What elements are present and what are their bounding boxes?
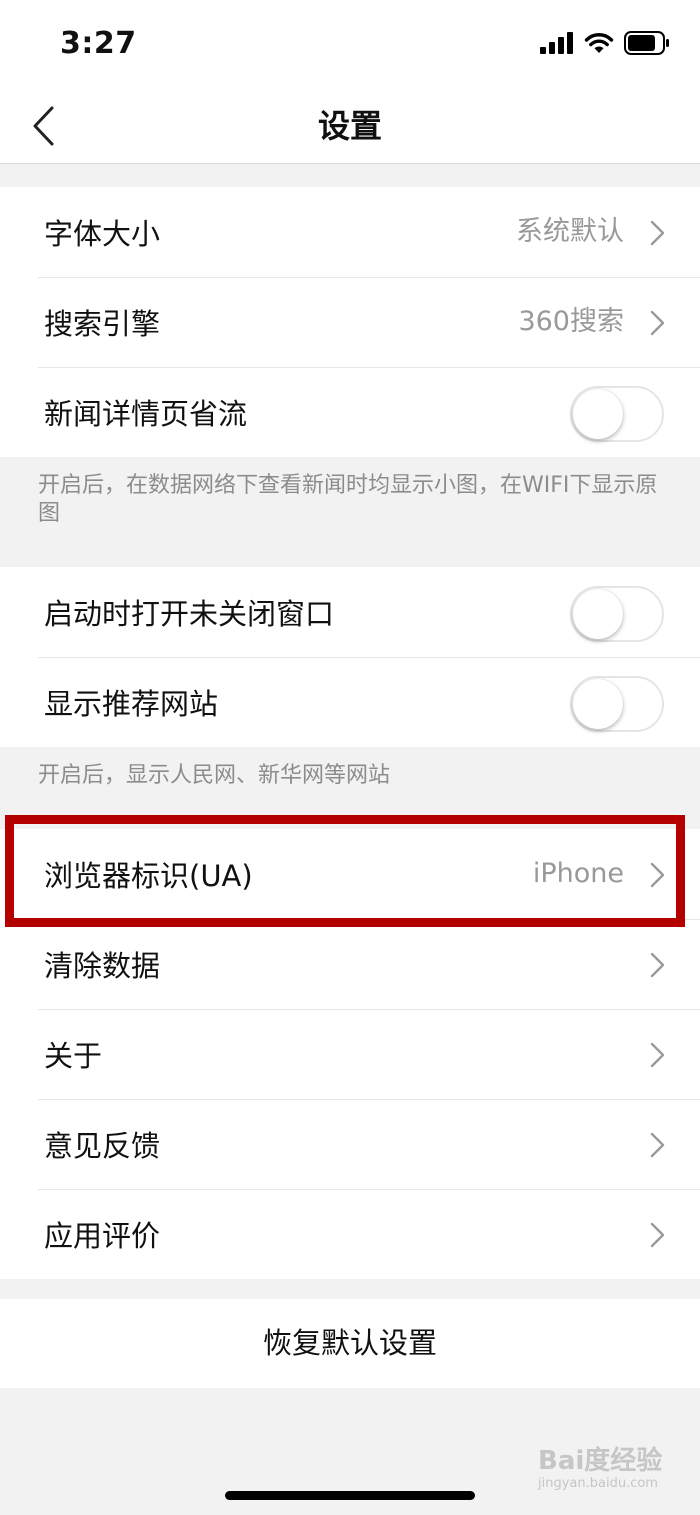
data-saver-toggle[interactable] [570, 386, 664, 442]
settings-group-general: 浏览器标识(UA) iPhone 清除数据 关于 意见反馈 应用评价 [0, 829, 700, 1279]
search-engine-label: 搜索引擎 [44, 307, 161, 341]
restore-windows-label: 启动时打开未关闭窗口 [44, 597, 335, 631]
recommended-sites-row: 显示推荐网站 [0, 657, 700, 747]
chevron-right-icon [650, 1222, 665, 1248]
feedback-label: 意见反馈 [44, 1129, 161, 1163]
restore-windows-toggle[interactable] [570, 586, 664, 642]
settings-group-startup: 启动时打开未关闭窗口 显示推荐网站 [0, 567, 700, 747]
toggle-knob [573, 679, 623, 729]
navigation-bar: 设置 [0, 88, 700, 164]
user-agent-label: 浏览器标识(UA) [44, 859, 253, 893]
chevron-right-icon [650, 1132, 665, 1158]
chevron-right-icon [650, 1042, 665, 1068]
settings-group-display: 字体大小 系统默认 搜索引擎 360搜索 新闻详情页省流 [0, 187, 700, 457]
battery-icon [624, 31, 669, 55]
search-engine-row[interactable]: 搜索引擎 360搜索 [0, 277, 700, 367]
rate-app-row[interactable]: 应用评价 [0, 1189, 700, 1279]
clear-data-label: 清除数据 [44, 949, 161, 983]
back-button[interactable] [18, 98, 68, 154]
baidu-watermark: Bai度经验 jingyan.baidu.com [538, 1440, 678, 1500]
reset-defaults-button[interactable]: 恢复默认设置 [0, 1299, 700, 1388]
cellular-signal-icon [540, 32, 573, 54]
status-time: 3:27 [60, 26, 137, 61]
chevron-right-icon [650, 310, 665, 336]
data-saver-note: 开启后，在数据网络下查看新闻时均显示小图，在WIFI下显示原图 [38, 473, 658, 526]
wifi-icon [584, 33, 614, 53]
about-label: 关于 [44, 1039, 103, 1073]
user-agent-row[interactable]: 浏览器标识(UA) iPhone [0, 829, 700, 919]
status-icons [540, 30, 670, 56]
watermark-text: Bai度经验 [538, 1446, 663, 1476]
chevron-right-icon [650, 862, 665, 888]
status-bar: 3:27 [0, 0, 700, 88]
toggle-knob [573, 589, 623, 639]
restore-windows-row: 启动时打开未关闭窗口 [0, 567, 700, 657]
recommended-sites-toggle[interactable] [570, 676, 664, 732]
font-size-row[interactable]: 字体大小 系统默认 [0, 187, 700, 277]
data-saver-row: 新闻详情页省流 [0, 367, 700, 457]
toggle-knob [573, 389, 623, 439]
search-engine-value: 360搜索 [518, 306, 624, 337]
chevron-right-icon [650, 952, 665, 978]
data-saver-label: 新闻详情页省流 [44, 397, 248, 431]
about-row[interactable]: 关于 [0, 1009, 700, 1099]
recommended-sites-label: 显示推荐网站 [44, 687, 219, 721]
user-agent-value: iPhone [532, 858, 624, 889]
chevron-right-icon [650, 220, 665, 246]
page-title: 设置 [317, 107, 382, 145]
home-indicator[interactable] [225, 1491, 475, 1500]
font-size-value: 系统默认 [516, 216, 624, 247]
rate-app-label: 应用评价 [44, 1219, 161, 1253]
clear-data-row[interactable]: 清除数据 [0, 919, 700, 1009]
watermark-sub: jingyan.baidu.com [538, 1476, 658, 1491]
recommended-sites-note: 开启后，显示人民网、新华网等网站 [38, 763, 391, 788]
chevron-left-icon [33, 106, 54, 146]
feedback-row[interactable]: 意见反馈 [0, 1099, 700, 1189]
font-size-label: 字体大小 [44, 217, 161, 251]
